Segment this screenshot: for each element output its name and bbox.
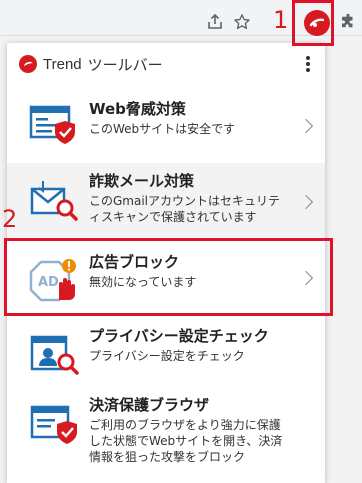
- popup-header: Trend ツールバー: [7, 43, 325, 85]
- share-icon[interactable]: [205, 12, 225, 32]
- item-text: 詐欺メール対策 このGmailアカウントはセキュリティスキャンで保護されています: [89, 171, 289, 225]
- menu-item-payment-guard[interactable]: 決済保護ブラウザ ご利用のブラウザをより強力に保護した状態でWebサイトを開き、…: [7, 389, 325, 483]
- step-1-label: 1: [273, 6, 289, 34]
- item-desc: プライバシー設定をチェック: [89, 349, 245, 363]
- item-title: 決済保護ブラウザ: [89, 396, 210, 414]
- item-text: 決済保護ブラウザ ご利用のブラウザをより強力に保護した状態でWebサイトを開き、…: [89, 395, 289, 465]
- bookmark-star-icon[interactable]: [232, 12, 252, 32]
- item-desc: このGmailアカウントはセキュリティスキャンで保護されています: [89, 194, 281, 224]
- more-vertical-icon[interactable]: [301, 54, 315, 74]
- extensions-puzzle-icon[interactable]: [338, 12, 358, 32]
- menu-item-email-scam[interactable]: 詐欺メール対策 このGmailアカウントはセキュリティスキャンで保護されています: [7, 163, 325, 237]
- step-2-label: 2: [2, 205, 18, 233]
- popup-title: ツールバー: [87, 55, 163, 74]
- menu-item-web-threat[interactable]: Web脅威対策 このWebサイトは安全です: [7, 87, 325, 163]
- menu-item-privacy-check[interactable]: プライバシー設定チェック プライバシー設定をチェック: [7, 319, 325, 389]
- item-title: Web脅威対策: [89, 100, 186, 118]
- item-text: プライバシー設定チェック プライバシー設定をチェック: [89, 326, 289, 364]
- web-threat-shield-icon: [29, 103, 81, 147]
- trend-logo-icon: [19, 55, 37, 73]
- payment-guard-browser-icon: [29, 403, 81, 447]
- item-desc: ご利用のブラウザをより強力に保護した状態でWebサイトを開き、決済情報を狙った攻…: [89, 418, 283, 464]
- brand-name: Trend: [43, 55, 82, 73]
- item-desc: このWebサイトは安全です: [89, 122, 236, 136]
- item-text: Web脅威対策 このWebサイトは安全です: [89, 99, 289, 137]
- email-scam-search-icon: [29, 179, 81, 223]
- chevron-right-icon: [298, 118, 314, 134]
- highlight-box-step-1: [292, 0, 334, 46]
- highlight-box-step-2: [4, 238, 333, 316]
- chevron-right-icon: [298, 194, 314, 210]
- privacy-check-icon: [29, 333, 81, 377]
- item-title: 詐欺メール対策: [89, 172, 195, 190]
- item-title: プライバシー設定チェック: [89, 327, 269, 345]
